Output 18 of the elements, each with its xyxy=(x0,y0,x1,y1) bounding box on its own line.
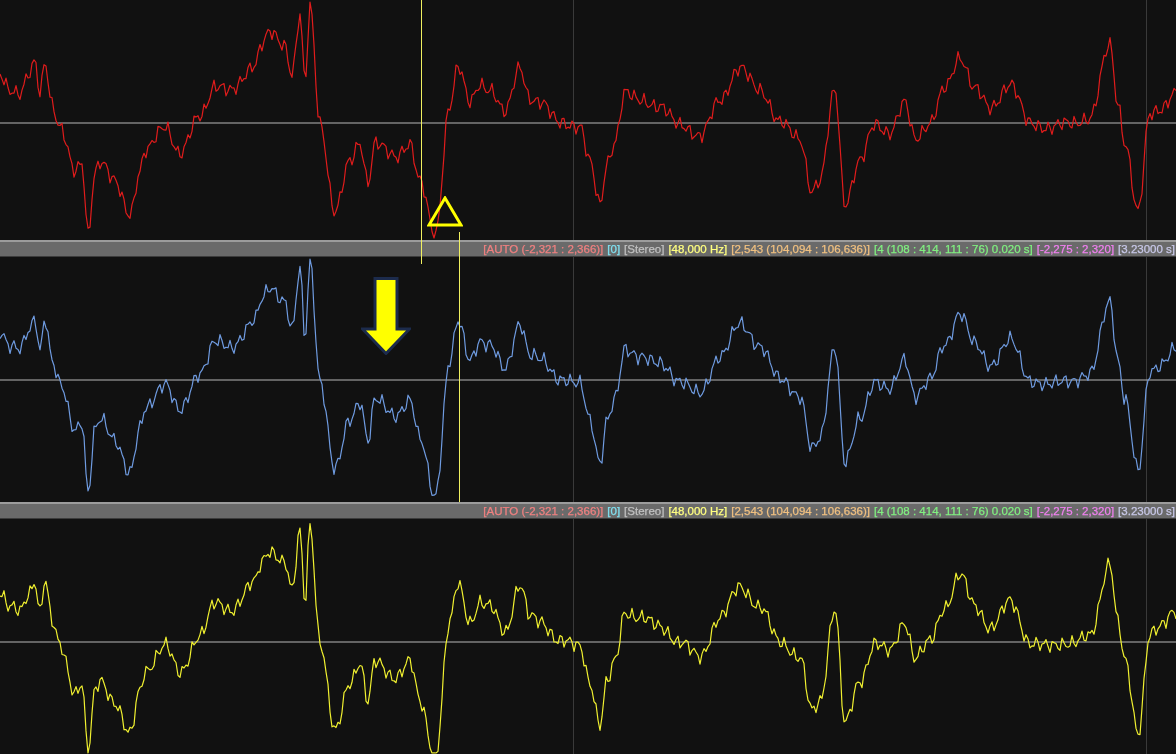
status-readout: [-2,275 : 2,320] xyxy=(1036,242,1115,256)
status-readout: [Stereo] xyxy=(624,504,665,518)
status-readout: [0] xyxy=(607,242,621,256)
status-readout: [3.23000 s] xyxy=(1118,242,1175,256)
triangle-icon xyxy=(427,196,463,227)
status-readout: [AUTO (-2,321 : 2,366)] xyxy=(483,242,604,256)
status-readout: [4 (108 : 414, 111 : 76) 0.020 s] xyxy=(873,504,1033,518)
status-readout: [3.23000 s] xyxy=(1118,504,1175,518)
status-readout: [AUTO (-2,321 : 2,366)] xyxy=(483,504,604,518)
status-readout: [-2,275 : 2,320] xyxy=(1036,504,1115,518)
status-readout: [2,543 (104,094 : 106,636)] xyxy=(731,504,870,518)
status-readout: [2,543 (104,094 : 106,636)] xyxy=(731,242,870,256)
status-readout: [0] xyxy=(607,504,621,518)
status-readout: [48,000 Hz] xyxy=(668,504,728,518)
down-arrow-icon xyxy=(361,277,411,355)
status-readout: [48,000 Hz] xyxy=(668,242,728,256)
status-readout: [4 (108 : 414, 111 : 76) 0.020 s] xyxy=(873,242,1033,256)
status-readout: [Stereo] xyxy=(624,242,665,256)
